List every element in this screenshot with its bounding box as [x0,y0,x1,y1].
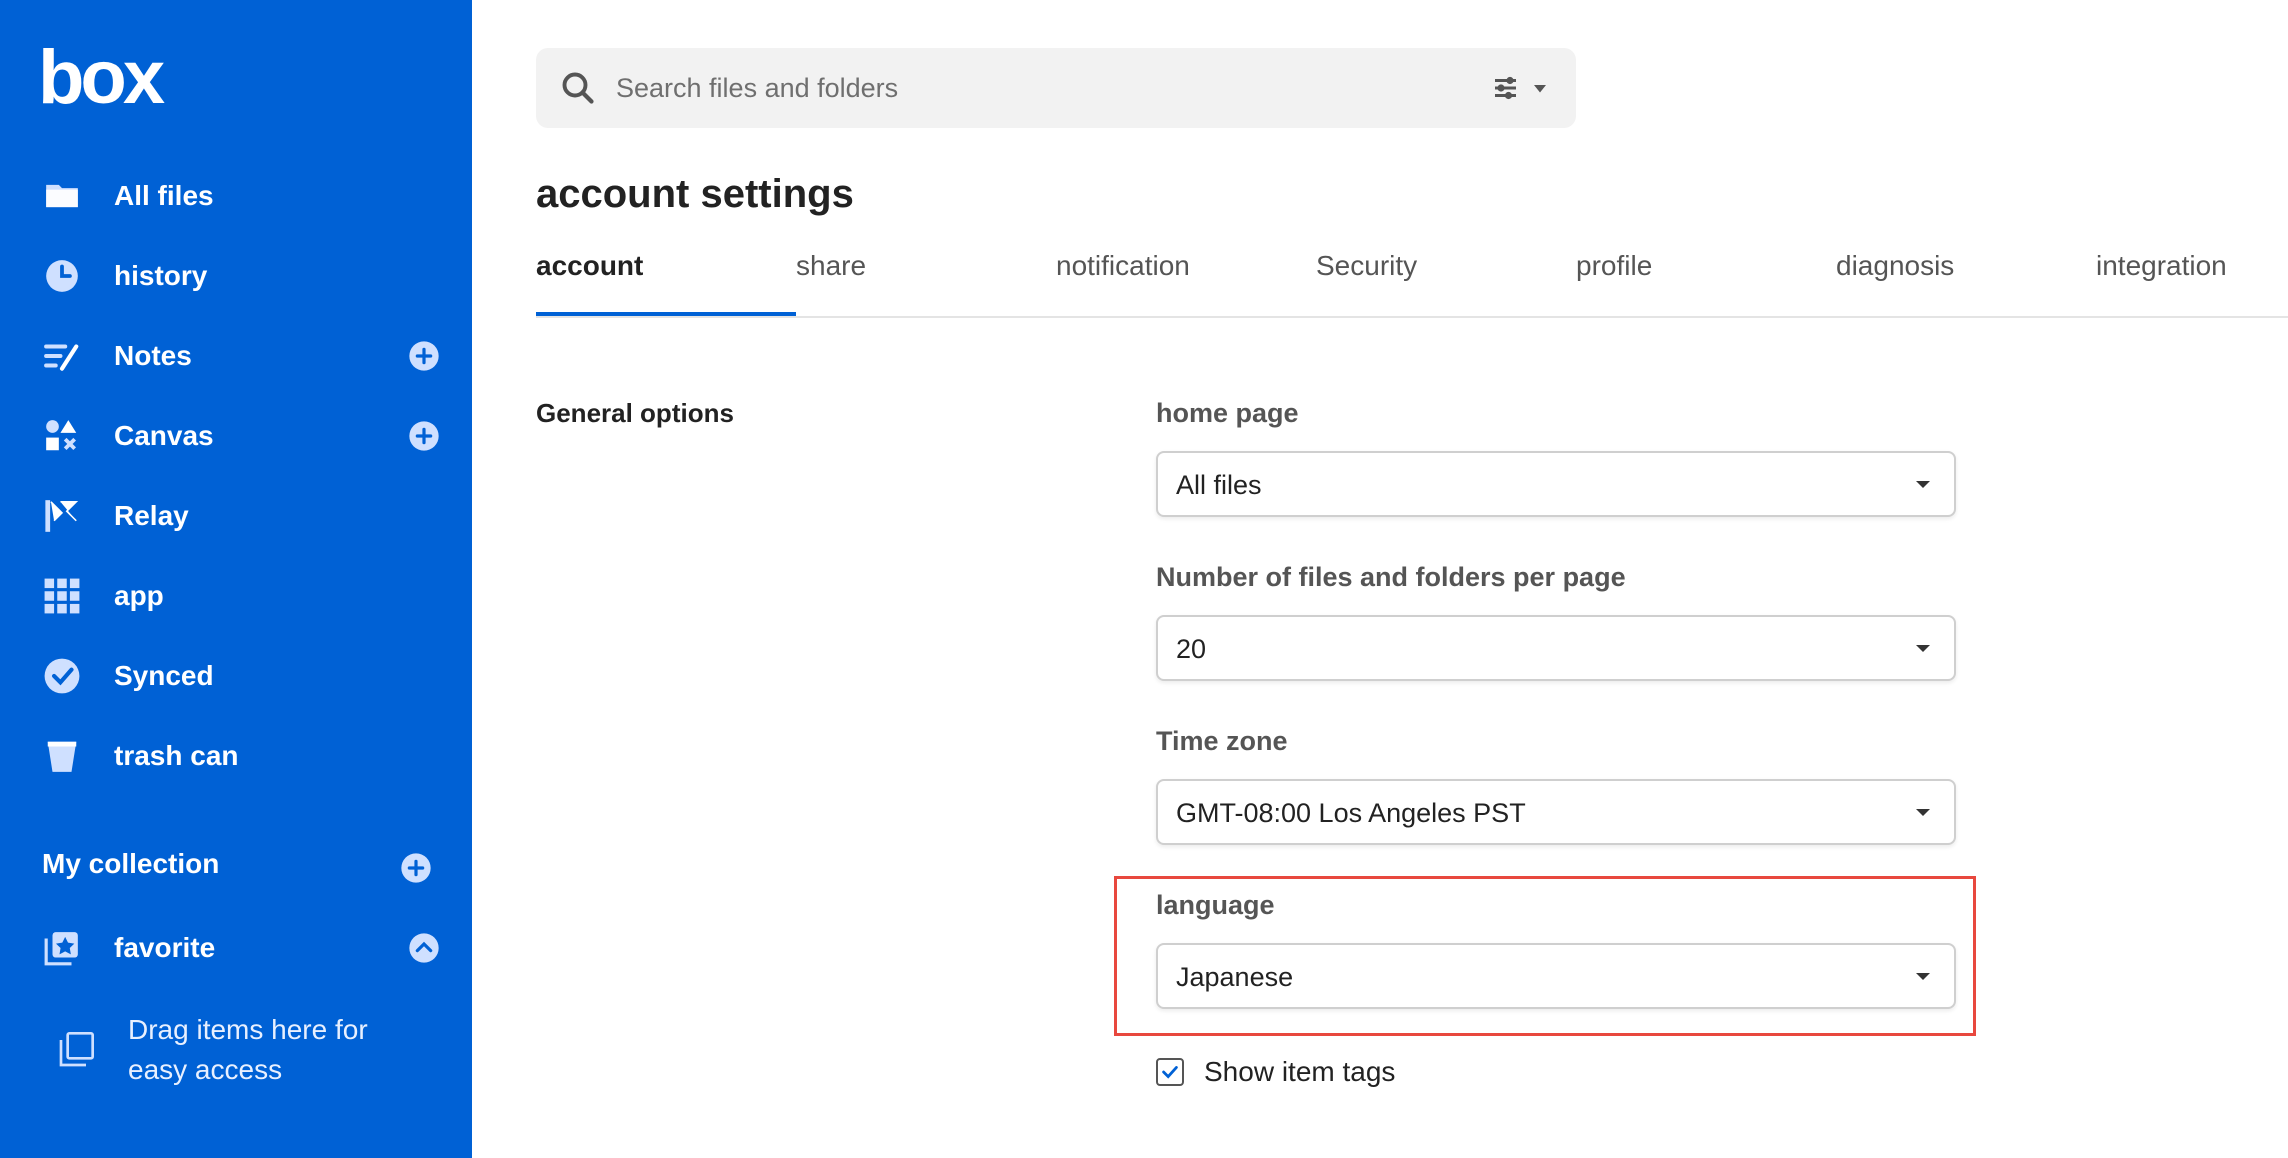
sidebar-item-trash-can[interactable]: trash can [40,726,440,786]
sidebar-item-app[interactable]: app [40,566,440,626]
tab-profile[interactable]: profile [1576,250,1652,318]
chevron-down-icon [1916,645,1930,652]
per-page-value: 20 [1176,634,1207,664]
chevron-down-icon [1916,973,1930,980]
sidebar-item-all-files[interactable]: All files [40,166,440,226]
sidebar-item-notes[interactable]: Notes [40,326,440,386]
drag-hint-text: Drag items here for easy access [128,1014,368,1085]
sidebar-item-relay[interactable]: Relay [40,486,440,546]
home-page-label: home page [1156,398,1299,428]
filter-options-icon[interactable] [1492,72,1552,104]
folder-icon [40,174,84,218]
check-circle-icon [40,654,84,698]
search-icon [562,72,594,104]
time-zone-label: Time zone [1156,726,1288,756]
sidebar-item-label: Notes [114,340,192,371]
sidebar-item-label: history [114,260,208,291]
sidebar-item-label: Canvas [114,420,214,451]
sidebar-item-canvas[interactable]: Canvas [40,406,440,466]
sidebar-item-label: app [114,580,164,611]
time-zone-value: GMT-08:00 Los Angeles PST [1176,798,1526,828]
tab-account[interactable]: account [536,250,643,318]
clock-icon [40,254,84,298]
per-page-select[interactable]: 20 [1156,615,1956,681]
show-item-tags-checkbox[interactable] [1156,1058,1184,1086]
trash-icon [40,734,84,778]
show-item-tags-row[interactable]: Show item tags [1156,1054,1395,1090]
language-select[interactable]: Japanese [1156,943,1956,1009]
chevron-down-icon [1916,481,1930,488]
home-page-select[interactable]: All files [1156,451,1956,517]
language-label: language [1156,890,1275,920]
checkmark-icon [1162,1066,1178,1079]
general-options-heading: General options [536,398,734,428]
search-bar [536,48,1576,128]
search-input[interactable] [616,62,1416,114]
home-page-value: All files [1176,470,1262,500]
active-tab-indicator [536,312,796,316]
sidebar: box All files history Notes Canvas Relay [0,0,472,1158]
sidebar-item-label: All files [114,180,214,211]
per-page-label: Number of files and folders per page [1156,562,1626,592]
tab-share[interactable]: share [796,250,866,318]
tab-notification[interactable]: notification [1056,250,1190,318]
box-logo[interactable]: box [38,40,165,116]
add-collection-button[interactable] [400,852,432,884]
sidebar-item-favorite[interactable]: favorite [40,918,440,978]
tab-diagnosis[interactable]: diagnosis [1836,250,1954,318]
tab-security[interactable]: Security [1316,250,1417,318]
sidebar-item-history[interactable]: history [40,246,440,306]
sidebar-item-label: favorite [114,932,216,963]
chevron-up-icon[interactable] [408,932,440,964]
language-value: Japanese [1176,962,1294,992]
my-collection-title: My collection [42,848,220,879]
grid-icon [40,574,84,618]
sidebar-item-label: Synced [114,660,214,691]
time-zone-select[interactable]: GMT-08:00 Los Angeles PST [1156,779,1956,845]
copy-icon [59,1032,94,1067]
show-item-tags-label: Show item tags [1204,1056,1396,1087]
settings-tabs: account share notification Security prof… [536,250,2288,318]
notes-icon [40,334,84,378]
star-collection-icon [40,926,84,970]
sidebar-item-label: trash can [114,740,239,771]
sidebar-item-label: Relay [114,500,189,531]
tab-integration[interactable]: integration [2096,250,2227,318]
chevron-down-icon [1916,809,1930,816]
page-title: account settings [536,172,854,216]
add-canvas-button[interactable] [408,420,440,452]
relay-icon [40,494,84,538]
sidebar-item-synced[interactable]: Synced [40,646,440,706]
add-note-button[interactable] [408,340,440,372]
canvas-icon [40,414,84,458]
